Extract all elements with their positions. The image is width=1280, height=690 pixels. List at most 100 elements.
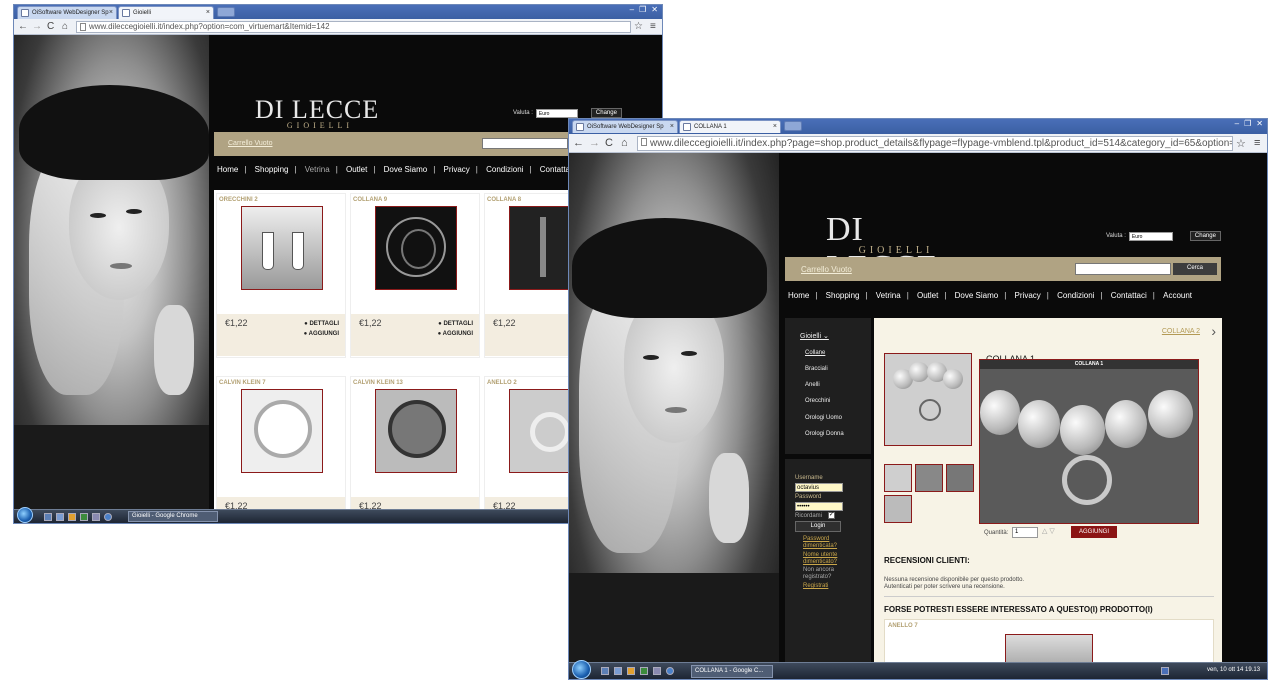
menu-item-condizioni[interactable]: Condizioni <box>1057 291 1094 300</box>
quantity-input[interactable]: 1 <box>1012 527 1038 538</box>
chevron-right-icon[interactable]: › <box>1211 323 1216 339</box>
product-card[interactable]: CALVIN KLEIN 13 €1,22 <box>350 376 480 523</box>
site-logo[interactable]: DI LECCE GIOIELLI <box>255 95 385 130</box>
bookmark-star-icon[interactable]: ☆ <box>634 21 643 32</box>
thumbnail[interactable] <box>884 495 912 523</box>
cart-link[interactable]: Carrello Vuoto <box>228 140 273 147</box>
tab-collana-1[interactable]: COLLANA 1 × <box>679 120 781 133</box>
change-button[interactable]: Change <box>1189 231 1221 241</box>
restore-icon[interactable]: ❐ <box>1244 119 1251 131</box>
menu-item-dove-siamo[interactable]: Dove Siamo <box>955 291 999 300</box>
details-button[interactable]: ● DETTAGLI <box>438 321 473 327</box>
menu-item-shopping[interactable]: Shopping <box>255 165 289 174</box>
username-input[interactable]: octavius <box>795 483 843 492</box>
menu-icon[interactable]: ≡ <box>650 21 656 32</box>
chrome-icon[interactable] <box>68 513 76 521</box>
search-input[interactable] <box>1075 263 1171 275</box>
close-window-icon[interactable]: ✕ <box>1256 119 1263 131</box>
new-tab-button[interactable] <box>217 7 235 17</box>
product-card[interactable]: ORECCHINI 2 €1,22 ● DETTAGLI ● AGGIUNGI <box>216 193 346 358</box>
cart-link[interactable]: Carrello Vuoto <box>801 265 852 274</box>
close-icon[interactable]: × <box>206 7 210 19</box>
app-icon[interactable] <box>92 513 100 521</box>
add-to-cart-button[interactable]: AGGIUNGI <box>1071 526 1117 538</box>
menu-item-vetrina[interactable]: Vetrina <box>305 165 330 174</box>
register-link[interactable]: Registrati <box>803 583 853 590</box>
product-main-image[interactable]: COLLANA 1 <box>979 359 1199 524</box>
tab-oisoftware[interactable]: OiSoftware WebDesigner Sp × <box>572 120 678 133</box>
search-button[interactable]: Cerca <box>1173 263 1217 275</box>
new-tab-button[interactable] <box>784 121 802 131</box>
back-icon[interactable]: ← <box>573 137 584 149</box>
product-image[interactable] <box>375 206 457 290</box>
menu-item-home[interactable]: Home <box>788 291 809 300</box>
reload-icon[interactable]: C <box>47 21 54 32</box>
forward-icon[interactable]: → <box>32 21 42 32</box>
menu-item-outlet[interactable]: Outlet <box>346 165 367 174</box>
app-icon[interactable] <box>653 667 661 675</box>
explorer-icon[interactable] <box>44 513 52 521</box>
currency-select[interactable]: Euro <box>1128 231 1173 241</box>
change-button[interactable]: Change <box>590 108 622 118</box>
product-image[interactable] <box>241 206 323 290</box>
menu-item-shopping[interactable]: Shopping <box>826 291 860 300</box>
start-button[interactable] <box>572 660 591 679</box>
tray-icon[interactable] <box>1161 667 1169 675</box>
next-product-link[interactable]: COLLANA 2 <box>1162 328 1200 335</box>
forgot-password-link[interactable]: Password dimenticata? <box>803 536 853 550</box>
home-icon[interactable]: ⌂ <box>62 21 68 32</box>
menu-item-dove-siamo[interactable]: Dove Siamo <box>384 165 428 174</box>
menu-item-privacy[interactable]: Privacy <box>1015 291 1041 300</box>
category-item-orologi-donna[interactable]: Orologi Donna <box>805 431 844 437</box>
close-icon[interactable]: × <box>109 7 113 19</box>
reload-icon[interactable]: C <box>605 137 613 149</box>
close-icon[interactable]: × <box>670 121 674 133</box>
desktop-icon[interactable] <box>56 513 64 521</box>
tab-oisoftware[interactable]: OiSoftware WebDesigner Sp × <box>17 6 117 19</box>
close-icon[interactable]: × <box>773 121 777 133</box>
system-clock[interactable]: ven, 10 ott 14 19.13 <box>1207 667 1260 673</box>
product-image[interactable] <box>375 389 457 473</box>
tab-gioielli[interactable]: Gioielli × <box>118 6 214 19</box>
product-card[interactable]: CALVIN KLEIN 7 €1,22 <box>216 376 346 523</box>
product-card[interactable]: COLLANA 9 €1,22 ● DETTAGLI ● AGGIUNGI <box>350 193 480 358</box>
close-window-icon[interactable]: ✕ <box>651 5 658 17</box>
chrome-icon[interactable] <box>627 667 635 675</box>
address-bar[interactable]: www.dileccegioielli.it/index.php?page=sh… <box>637 136 1233 151</box>
search-input[interactable] <box>482 138 568 149</box>
taskbar-task[interactable]: Gioielli - Google Chrome <box>128 511 218 522</box>
currency-select[interactable]: Euro <box>535 108 578 118</box>
menu-item-outlet[interactable]: Outlet <box>917 291 938 300</box>
product-image[interactable] <box>241 389 323 473</box>
forward-icon[interactable]: → <box>589 137 600 149</box>
restore-icon[interactable]: ❐ <box>639 5 646 17</box>
media-icon[interactable] <box>104 513 112 521</box>
category-item-orecchini[interactable]: Orecchini <box>805 398 830 404</box>
related-card[interactable]: ANELLO 7 <box>884 619 1214 666</box>
quantity-stepper[interactable]: △ ▽ <box>1042 527 1055 535</box>
taskbar-task[interactable]: COLLANA 1 - Google C... <box>691 665 773 678</box>
menu-item-condizioni[interactable]: Condizioni <box>486 165 523 174</box>
bookmark-star-icon[interactable]: ☆ <box>1236 137 1246 150</box>
minimize-icon[interactable]: – <box>1235 119 1239 131</box>
category-item-orologi-uomo[interactable]: Orologi Uomo <box>805 415 842 421</box>
details-button[interactable]: ● DETTAGLI <box>304 321 339 327</box>
menu-item-account[interactable]: Account <box>1163 291 1192 300</box>
media-icon[interactable] <box>666 667 674 675</box>
address-bar[interactable]: www.dileccegioielli.it/index.php?option=… <box>76 21 631 33</box>
category-item-anelli[interactable]: Anelli <box>805 382 820 388</box>
explorer-icon[interactable] <box>601 667 609 675</box>
back-icon[interactable]: ← <box>18 21 28 32</box>
home-icon[interactable]: ⌂ <box>621 137 628 149</box>
menu-item-privacy[interactable]: Privacy <box>444 165 470 174</box>
remember-checkbox[interactable]: ✓ <box>828 512 835 519</box>
menu-item-contattaci[interactable]: Contattaci <box>1111 291 1147 300</box>
app-icon[interactable] <box>640 667 648 675</box>
add-to-cart-button[interactable]: ● AGGIUNGI <box>304 331 339 337</box>
minimize-icon[interactable]: – <box>630 5 634 17</box>
menu-item-vetrina[interactable]: Vetrina <box>876 291 901 300</box>
menu-icon[interactable]: ≡ <box>1254 137 1260 149</box>
category-gioielli[interactable]: Gioielli ⌄ <box>800 332 829 340</box>
app-icon[interactable] <box>80 513 88 521</box>
desktop-icon[interactable] <box>614 667 622 675</box>
